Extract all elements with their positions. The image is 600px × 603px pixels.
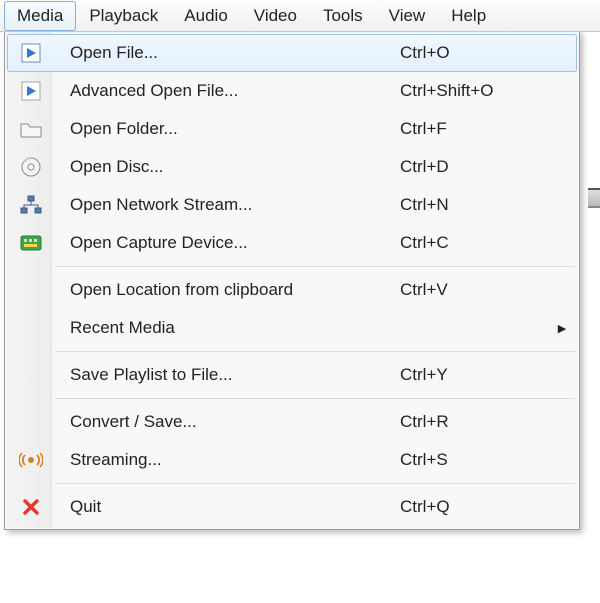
- menu-item-shortcut: Ctrl+Q: [400, 497, 548, 517]
- menu-item-recent-media[interactable]: Recent Media ▶: [7, 309, 577, 347]
- menu-separator: [55, 483, 575, 484]
- menu-item-save-playlist[interactable]: Save Playlist to File... Ctrl+Y: [7, 356, 577, 394]
- menu-item-label: Advanced Open File...: [54, 81, 400, 101]
- menubar-label: Media: [17, 6, 63, 25]
- media-dropdown: Open File... Ctrl+O Advanced Open File..…: [4, 30, 580, 530]
- menu-item-streaming[interactable]: Streaming... Ctrl+S: [7, 441, 577, 479]
- submenu-arrow-icon: ▶: [548, 322, 576, 335]
- menu-video[interactable]: Video: [241, 1, 310, 31]
- menu-separator: [55, 398, 575, 399]
- menu-item-label: Quit: [54, 497, 400, 517]
- capture-icon: [8, 235, 54, 251]
- menubar-label: Tools: [323, 6, 363, 25]
- play-file-icon: [8, 43, 54, 63]
- menu-item-label: Convert / Save...: [54, 412, 400, 432]
- menu-item-shortcut: Ctrl+Y: [400, 365, 548, 385]
- menu-playback[interactable]: Playback: [76, 1, 171, 31]
- menu-item-open-location-clipboard[interactable]: Open Location from clipboard Ctrl+V: [7, 271, 577, 309]
- menu-item-convert-save[interactable]: Convert / Save... Ctrl+R: [7, 403, 577, 441]
- menu-item-label: Open Location from clipboard: [54, 280, 400, 300]
- menu-tools[interactable]: Tools: [310, 1, 376, 31]
- background-window-edge: [588, 188, 600, 208]
- menu-item-open-folder[interactable]: Open Folder... Ctrl+F: [7, 110, 577, 148]
- folder-icon: [8, 120, 54, 138]
- menu-item-label: Streaming...: [54, 450, 400, 470]
- menu-item-advanced-open-file[interactable]: Advanced Open File... Ctrl+Shift+O: [7, 72, 577, 110]
- menu-item-shortcut: Ctrl+V: [400, 280, 548, 300]
- menu-item-open-network-stream[interactable]: Open Network Stream... Ctrl+N: [7, 186, 577, 224]
- menu-item-shortcut: Ctrl+C: [400, 233, 548, 253]
- menu-item-label: Save Playlist to File...: [54, 365, 400, 385]
- network-icon: [8, 195, 54, 215]
- menu-media[interactable]: Media: [4, 1, 76, 31]
- menu-item-label: Recent Media: [54, 318, 400, 338]
- menu-item-label: Open Folder...: [54, 119, 400, 139]
- menu-item-shortcut: Ctrl+R: [400, 412, 548, 432]
- menu-item-shortcut: Ctrl+F: [400, 119, 548, 139]
- menu-separator: [55, 266, 575, 267]
- menu-item-open-file[interactable]: Open File... Ctrl+O: [7, 34, 577, 72]
- menu-item-shortcut: Ctrl+S: [400, 450, 548, 470]
- menu-item-label: Open Disc...: [54, 157, 400, 177]
- menubar: Media Playback Audio Video Tools View He…: [0, 0, 600, 32]
- disc-icon: [8, 156, 54, 178]
- menubar-label: Help: [451, 6, 486, 25]
- menu-item-label: Open Capture Device...: [54, 233, 400, 253]
- menu-item-shortcut: Ctrl+O: [400, 43, 548, 63]
- menu-item-label: Open File...: [54, 43, 400, 63]
- menu-item-quit[interactable]: Quit Ctrl+Q: [7, 488, 577, 526]
- menu-item-open-disc[interactable]: Open Disc... Ctrl+D: [7, 148, 577, 186]
- menubar-label: Audio: [184, 6, 227, 25]
- menu-item-shortcut: Ctrl+Shift+O: [400, 81, 548, 101]
- menu-audio[interactable]: Audio: [171, 1, 240, 31]
- menu-item-open-capture-device[interactable]: Open Capture Device... Ctrl+C: [7, 224, 577, 262]
- menubar-label: View: [389, 6, 426, 25]
- menu-help[interactable]: Help: [438, 1, 499, 31]
- stream-icon: [8, 451, 54, 469]
- menu-item-shortcut: Ctrl+N: [400, 195, 548, 215]
- menu-item-label: Open Network Stream...: [54, 195, 400, 215]
- menu-view[interactable]: View: [376, 1, 439, 31]
- menubar-label: Playback: [89, 6, 158, 25]
- menu-item-shortcut: Ctrl+D: [400, 157, 548, 177]
- menubar-label: Video: [254, 6, 297, 25]
- quit-icon: [8, 498, 54, 516]
- menu-separator: [55, 351, 575, 352]
- play-file-icon: [8, 81, 54, 101]
